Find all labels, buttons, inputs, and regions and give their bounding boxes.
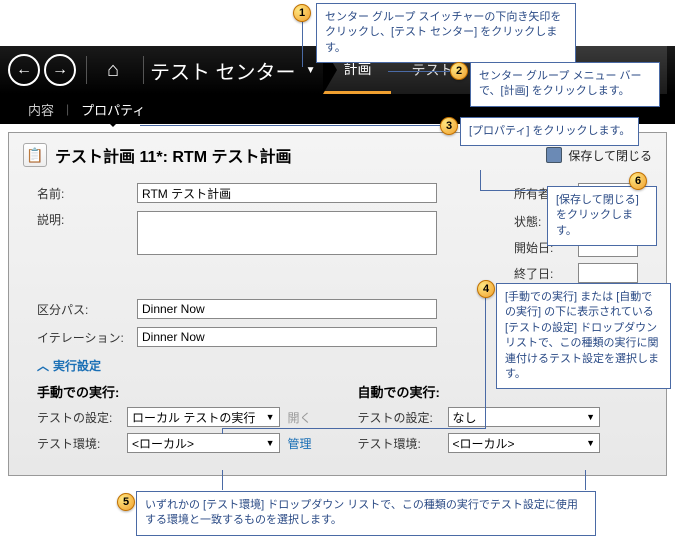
auto-test-settings-dropdown[interactable]: なし▼ <box>448 407 601 427</box>
callout-5-badge: 5 <box>117 493 135 511</box>
save-icon <box>546 147 562 163</box>
manual-settings-label: テストの設定: <box>37 409 127 426</box>
chevron-down-icon: ▼ <box>586 438 595 448</box>
callout-6-badge: 6 <box>629 172 647 190</box>
callout-5-text: いずれかの [テスト環境] ドロップダウン リストで、この種類の実行でテスト設定… <box>136 491 596 536</box>
name-label: 名前: <box>37 185 137 202</box>
center-switcher-dropdown[interactable]: ▼ <box>302 61 320 80</box>
callout-6-text: [保存して閉じる] をクリックします。 <box>547 186 657 246</box>
callout-3-text: [プロパティ] をクリックします。 <box>460 117 639 146</box>
callout-4-text: [手動での実行] または [自動での実行] の下に表示されている [テストの設定… <box>496 283 671 389</box>
save-close-label: 保存して閉じる <box>568 147 652 164</box>
end-label: 終了日: <box>514 265 578 282</box>
callout-1-text: センター グループ スイッチャーの下向き矢印をクリックし、[テスト センター] … <box>316 3 576 63</box>
open-link: 開く <box>288 409 318 426</box>
manual-run-title: 手動での実行: <box>37 382 318 401</box>
manage-link[interactable]: 管理 <box>288 435 318 452</box>
forward-button[interactable]: → <box>44 54 76 86</box>
manual-env-label: テスト環境: <box>37 435 127 452</box>
callout-4-badge: 4 <box>477 280 495 298</box>
area-label: 区分パス: <box>37 301 137 318</box>
auto-test-env-dropdown[interactable]: <ローカル>▼ <box>448 433 601 453</box>
home-button[interactable]: ⌂ <box>97 54 129 86</box>
auto-env-label: テスト環境: <box>358 435 448 452</box>
subtab-property[interactable]: プロパティ <box>69 100 157 119</box>
callout-2-badge: 2 <box>450 62 468 80</box>
iteration-input[interactable] <box>137 327 437 347</box>
callout-2-text: センター グループ メニュー バーで、[計画] をクリックします。 <box>470 62 660 107</box>
callout-1-badge: 1 <box>293 4 311 22</box>
chevron-down-icon: ▼ <box>266 438 275 448</box>
manual-test-env-dropdown[interactable]: <ローカル>▼ <box>127 433 280 453</box>
iteration-label: イテレーション: <box>37 329 137 346</box>
manual-test-settings-dropdown[interactable]: ローカル テストの実行▼ <box>127 407 280 427</box>
description-input[interactable] <box>137 211 437 255</box>
callout-3-badge: 3 <box>440 117 458 135</box>
end-date-input[interactable] <box>578 263 638 283</box>
collapse-icon: ︿ <box>37 357 49 374</box>
panel-title: テスト計画 11*: RTM テスト計画 <box>55 143 546 167</box>
chevron-down-icon: ▼ <box>266 412 275 422</box>
name-input[interactable] <box>137 183 437 203</box>
area-path-input[interactable] <box>137 299 437 319</box>
chevron-down-icon: ▼ <box>586 412 595 422</box>
auto-settings-label: テストの設定: <box>358 409 448 426</box>
back-button[interactable]: ← <box>8 54 40 86</box>
center-group-title: テスト センター <box>150 56 296 85</box>
desc-label: 説明: <box>37 211 137 228</box>
save-and-close-button[interactable]: 保存して閉じる <box>546 147 652 164</box>
subtab-content[interactable]: 内容 <box>16 100 66 119</box>
plan-icon: 📋 <box>23 143 47 167</box>
